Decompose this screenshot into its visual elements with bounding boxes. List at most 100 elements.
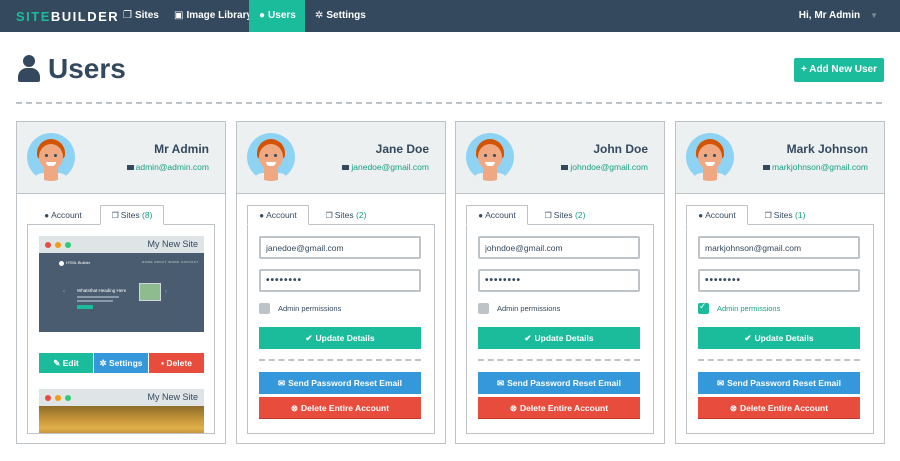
header-divider xyxy=(16,102,882,104)
tab-sites[interactable]: ❐ Sites (1) xyxy=(756,205,814,225)
user-icon: ● xyxy=(44,211,50,220)
tab-sites[interactable]: ❐ Sites (2) xyxy=(317,205,375,225)
site-delete-button[interactable]: ▪ Delete xyxy=(149,353,204,373)
user-icon xyxy=(18,55,40,83)
panel-divider xyxy=(478,359,640,361)
preview-text-line xyxy=(77,296,119,298)
email-field[interactable] xyxy=(259,236,421,259)
user-card-header: Mr Admin admin@admin.com xyxy=(17,122,225,194)
admin-permissions-row[interactable]: Admin permissions xyxy=(259,301,341,315)
delete-account-button[interactable]: ⊗ Delete Entire Account xyxy=(478,397,640,419)
send-password-reset-label: Send Password Reset Email xyxy=(507,378,621,388)
preview-logo-icon xyxy=(59,261,64,266)
nav-users[interactable]: ● Users xyxy=(249,0,305,32)
site-thumbnail[interactable]: My New Site HTML Builder HOME ABOUT WORK… xyxy=(39,236,204,332)
update-details-label: Update Details xyxy=(754,333,814,343)
tab-sites-count: (2) xyxy=(575,210,586,220)
send-password-reset-button[interactable]: ✉ Send Password Reset Email xyxy=(698,372,860,394)
admin-permissions-row[interactable]: Admin permissions xyxy=(698,301,780,315)
admin-permissions-checkbox[interactable] xyxy=(259,302,270,314)
tab-sites[interactable]: ❐ Sites (2) xyxy=(536,205,594,225)
email-field[interactable] xyxy=(698,236,860,259)
site-edit-button[interactable]: ✎ Edit xyxy=(39,353,93,373)
site-settings-label: Settings xyxy=(108,358,143,368)
site-preview xyxy=(39,406,204,433)
window-dot-red xyxy=(45,395,51,401)
chevron-left-icon: ‹ xyxy=(63,289,65,295)
tab-sites-label: Sites xyxy=(553,210,573,220)
tab-account[interactable]: ● Account xyxy=(33,205,93,225)
user-email: janedoe@gmail.com xyxy=(342,162,429,172)
delete-account-label: Delete Entire Account xyxy=(520,403,609,413)
update-details-button[interactable]: ✔ Update Details xyxy=(698,327,860,349)
gear-icon: ✲ xyxy=(99,358,109,368)
tab-account-label: Account xyxy=(705,210,736,220)
site-name: My New Site xyxy=(147,392,198,402)
tab-sites-count: (8) xyxy=(142,210,153,220)
update-details-button[interactable]: ✔ Update Details xyxy=(259,327,421,349)
admin-permissions-row[interactable]: Admin permissions xyxy=(478,301,560,315)
account-panel: Admin permissions ✔Update Details ✉Send … xyxy=(247,224,435,434)
brand-logo[interactable]: SITEBUILDER xyxy=(16,9,119,24)
user-tabs: ● Account ❐ Sites (1) xyxy=(686,205,874,225)
send-password-reset-button[interactable]: ✉ Send Password Reset Email xyxy=(478,372,640,394)
user-email: admin@admin.com xyxy=(126,162,209,172)
envelope-icon: ✉ xyxy=(497,378,505,388)
preview-text-line xyxy=(77,300,113,302)
add-new-user-button[interactable]: + Add New User xyxy=(794,58,884,82)
envelope-icon xyxy=(561,165,569,171)
tab-sites[interactable]: ❐ Sites (8) xyxy=(100,205,164,225)
tab-account[interactable]: ● Account xyxy=(247,205,309,225)
admin-permissions-label: Admin permissions xyxy=(278,303,342,313)
update-details-button[interactable]: ✔ Update Details xyxy=(478,327,640,349)
image-icon: ▣ xyxy=(174,10,184,21)
preview-heading: Whatsthat Heading Here xyxy=(77,288,127,293)
preview-logo-text: HTML Builder xyxy=(66,260,91,265)
user-menu[interactable]: Hi, Mr Admin ▼ xyxy=(799,0,878,32)
delete-account-button[interactable]: ⊗ Delete Entire Account xyxy=(259,397,421,419)
nav-settings[interactable]: ✲ Settings xyxy=(305,0,376,32)
envelope-icon xyxy=(762,165,770,171)
tab-account-label: Account xyxy=(485,210,516,220)
sites-panel: My New Site HTML Builder HOME ABOUT WORK… xyxy=(27,224,215,434)
tab-account[interactable]: ● Account xyxy=(686,205,748,225)
user-icon: ● xyxy=(259,10,266,21)
panel-divider xyxy=(259,359,421,361)
admin-permissions-checkbox[interactable] xyxy=(478,302,489,314)
page-title-text: Users xyxy=(48,53,126,84)
check-icon: ✔ xyxy=(744,333,752,343)
chevron-down-icon: ▼ xyxy=(870,11,878,20)
tab-account-label: Account xyxy=(51,210,82,220)
close-icon: ⊗ xyxy=(509,403,518,413)
email-field[interactable] xyxy=(478,236,640,259)
nav-image-library[interactable]: ▣ Image Library xyxy=(164,0,262,32)
delete-account-button[interactable]: ⊗ Delete Entire Account xyxy=(698,397,860,419)
avatar xyxy=(247,133,295,181)
chevron-right-icon: › xyxy=(165,289,167,295)
window-dot-yellow xyxy=(55,242,61,248)
password-field[interactable] xyxy=(478,269,640,292)
sites-icon: ❐ xyxy=(111,211,119,220)
check-icon: ✔ xyxy=(305,333,313,343)
nav-sites[interactable]: ❐ Sites xyxy=(113,0,169,32)
tab-sites-label: Sites xyxy=(334,210,354,220)
site-thumbnail[interactable]: My New Site xyxy=(39,389,204,433)
window-dot-red xyxy=(45,242,51,248)
user-name: Jane Doe xyxy=(375,142,429,156)
site-settings-button[interactable]: ✲ Settings xyxy=(94,353,148,373)
user-card-header: Mark Johnson markjohnson@gmail.com xyxy=(676,122,884,194)
sites-icon: ❐ xyxy=(544,211,552,220)
send-password-reset-button[interactable]: ✉ Send Password Reset Email xyxy=(259,372,421,394)
password-field[interactable] xyxy=(259,269,421,292)
nav-users-label: Users xyxy=(268,10,296,21)
delete-account-label: Delete Entire Account xyxy=(301,403,390,413)
user-email-text: johndoe@gmail.com xyxy=(570,162,648,172)
user-name: Mr Admin xyxy=(154,142,209,156)
tab-account[interactable]: ● Account xyxy=(466,205,528,225)
user-menu-label: Hi, Mr Admin xyxy=(798,10,861,21)
nav-sites-label: Sites xyxy=(134,10,159,21)
tab-sites-count: (1) xyxy=(795,210,806,220)
user-email-text: admin@admin.com xyxy=(135,162,209,172)
password-field[interactable] xyxy=(698,269,860,292)
admin-permissions-checkbox[interactable] xyxy=(698,301,709,314)
